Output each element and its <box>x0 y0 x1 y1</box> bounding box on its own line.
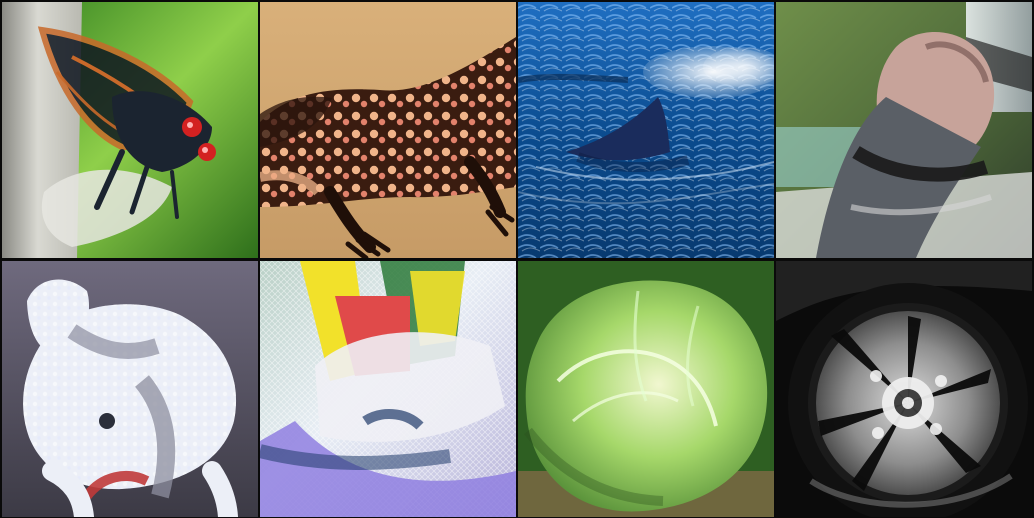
person-holding-animal-image <box>776 2 1032 258</box>
whale-image <box>518 2 774 258</box>
tile-abstract-object <box>260 261 516 517</box>
tile-whale <box>518 2 774 258</box>
tile-cicada <box>2 2 258 258</box>
tile-person-holding-animal <box>776 2 1032 258</box>
image-grid <box>0 0 1034 518</box>
tile-gila-monster <box>260 2 516 258</box>
cabbage-image <box>518 261 774 517</box>
tile-wheel <box>776 261 1032 517</box>
tile-cabbage <box>518 261 774 517</box>
bedlington-terrier-image <box>2 261 258 517</box>
gila-monster-image <box>260 2 516 258</box>
tile-bedlington-terrier <box>2 261 258 517</box>
cicada-image <box>2 2 258 258</box>
wheel-image <box>776 261 1032 517</box>
abstract-object-image <box>260 261 516 517</box>
